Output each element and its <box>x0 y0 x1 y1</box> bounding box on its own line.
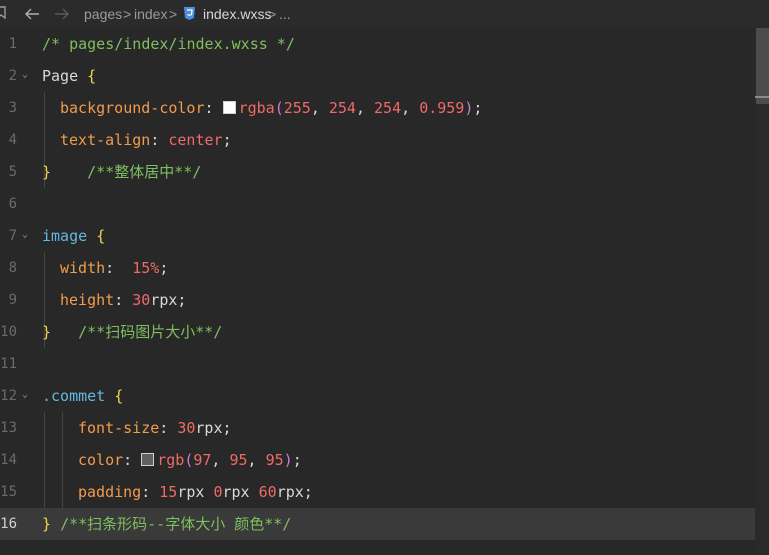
line-number: 3 <box>8 100 17 116</box>
css-value: 15% <box>132 259 160 277</box>
open-brace: { <box>114 387 124 405</box>
line-number: 11 <box>0 356 17 372</box>
css-value: 60 <box>258 483 277 501</box>
css-function: rgba <box>238 99 275 117</box>
code-line[interactable]: 12 ⌄ .commet { <box>0 380 755 412</box>
css-function: rgb <box>157 451 185 469</box>
color-swatch[interactable] <box>222 101 236 114</box>
breadcrumb-separator: > <box>268 6 277 22</box>
code-comment: /**扫条形码--字体大小 颜色**/ <box>60 515 292 533</box>
fold-chevron-icon[interactable]: ⌄ <box>22 389 28 400</box>
breadcrumb-separator: > <box>123 6 132 22</box>
line-number: 9 <box>8 292 17 308</box>
line-number: 6 <box>8 196 17 212</box>
line-number: 4 <box>8 132 17 148</box>
code-line[interactable]: 7 ⌄ image { <box>0 220 755 252</box>
css-value: center <box>168 131 223 149</box>
line-number: 8 <box>8 260 17 276</box>
css-value: 0 <box>213 483 223 501</box>
code-line[interactable]: 10 } /**扫码图片大小**/ <box>0 316 755 348</box>
css-property: height <box>60 291 115 309</box>
color-swatch[interactable] <box>141 453 155 466</box>
line-number: 16 <box>0 516 17 532</box>
css-selector: Page <box>42 67 79 85</box>
css-arg: 95 <box>229 451 248 469</box>
breadcrumb-file[interactable]: index.wxss <box>203 6 271 22</box>
line-number: 14 <box>0 452 17 468</box>
line-number: 7 <box>8 228 17 244</box>
breadcrumb-more[interactable]: ... <box>279 6 291 22</box>
line-number: 15 <box>0 484 17 500</box>
css-file-icon <box>184 7 195 20</box>
line-number: 13 <box>0 420 17 436</box>
code-line[interactable]: 3 background-color: rgba(255, 254, 254, … <box>0 92 755 124</box>
scrollbar-cursor-marker <box>755 96 769 98</box>
code-line[interactable]: 9 height: 30rpx; <box>0 284 755 316</box>
open-brace: { <box>96 227 106 245</box>
css-value: 30 <box>132 291 151 309</box>
arrow-right-icon[interactable] <box>54 7 70 21</box>
code-comment: /**整体居中**/ <box>87 163 202 181</box>
fold-chevron-icon[interactable]: ⌄ <box>22 229 28 240</box>
code-line[interactable]: 11 <box>0 348 755 380</box>
arrow-left-icon[interactable] <box>24 7 40 21</box>
sidebar-toggle-icon[interactable] <box>0 6 8 20</box>
css-arg: 97 <box>193 451 212 469</box>
code-line[interactable]: 8 width: 15%; <box>0 252 755 284</box>
css-value: 30 <box>177 419 196 437</box>
line-number: 12 <box>0 388 17 404</box>
css-selector: .commet <box>42 387 106 405</box>
breadcrumb-pages[interactable]: pages <box>84 6 122 22</box>
open-brace: { <box>87 67 97 85</box>
css-property: text-align <box>60 131 151 149</box>
code-comment: /* pages/index/index.wxss */ <box>42 35 295 53</box>
code-line[interactable]: 14 color: rgb(97, 95, 95); <box>0 444 755 476</box>
code-line[interactable]: 5 } /**整体居中**/ <box>0 156 755 188</box>
code-line[interactable]: 4 text-align: center; <box>0 124 755 156</box>
line-number: 1 <box>8 36 17 52</box>
css-arg: 0.959 <box>419 99 465 117</box>
code-comment: /**扫码图片大小**/ <box>78 323 223 341</box>
code-line-active[interactable]: 16 } /**扫条形码--字体大小 颜色**/ <box>0 508 755 540</box>
code-line[interactable]: 15 padding: 15rpx 0rpx 60rpx; <box>0 476 755 508</box>
code-line[interactable]: 13 font-size: 30rpx; <box>0 412 755 444</box>
css-property: padding <box>78 483 142 501</box>
line-number: 2 <box>8 68 17 84</box>
code-editor[interactable]: 1 /* pages/index/index.wxss */ 2 ⌄ Page … <box>0 28 769 555</box>
css-value: 15 <box>159 483 178 501</box>
css-property: width <box>60 259 106 277</box>
css-arg: 254 <box>328 99 356 117</box>
css-property: font-size <box>78 419 160 437</box>
line-number: 10 <box>0 324 17 340</box>
code-line[interactable]: 2 ⌄ Page { <box>0 60 755 92</box>
line-number: 5 <box>8 164 17 180</box>
css-selector: image <box>42 227 88 245</box>
breadcrumb-separator: > <box>169 6 178 22</box>
css-arg: 255 <box>283 99 311 117</box>
vertical-scrollbar[interactable] <box>755 28 769 555</box>
fold-chevron-icon[interactable]: ⌄ <box>22 69 28 80</box>
breadcrumb-index[interactable]: index <box>134 6 167 22</box>
css-arg: 95 <box>265 451 284 469</box>
css-property: color <box>78 451 124 469</box>
close-brace: } <box>42 163 52 181</box>
code-line[interactable]: 6 <box>0 188 755 220</box>
css-arg: 254 <box>374 99 402 117</box>
editor-breadcrumb-bar: pages > index > index.wxss > ... <box>0 0 769 28</box>
close-brace: } <box>42 323 52 341</box>
scrollbar-thumb[interactable] <box>756 28 769 104</box>
close-brace: } <box>42 515 52 533</box>
code-line[interactable]: 1 /* pages/index/index.wxss */ <box>0 28 755 60</box>
css-property: background-color <box>60 99 205 117</box>
